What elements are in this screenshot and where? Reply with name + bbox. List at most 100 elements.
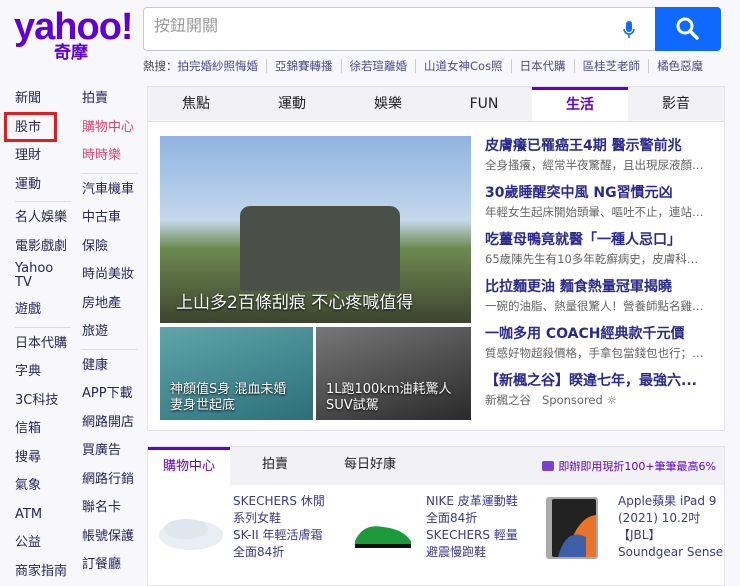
nav-item[interactable]: 日本代購 <box>15 330 71 359</box>
nav-item[interactable]: 拍賣 <box>82 85 138 114</box>
news-title[interactable]: 【新楓之谷】睽違七年，最強六... <box>485 371 720 391</box>
hot-link[interactable]: 區桂芝老師 <box>575 59 650 73</box>
product-link[interactable]: 避震慢跑鞋 <box>426 544 518 561</box>
news-title[interactable]: 比拉麵更油 麵食熱量冠軍揭曉 <box>485 277 720 297</box>
hot-link[interactable]: 亞錦賽轉播 <box>267 59 342 73</box>
nav-item[interactable]: 遊戲 <box>15 296 71 325</box>
hot-link[interactable]: 橘色惡魔 <box>649 59 711 73</box>
nav-item[interactable]: 氣象 <box>15 472 71 501</box>
ad-info-icon[interactable]: ☼ <box>606 393 616 407</box>
divider <box>15 201 71 202</box>
feature-small-right[interactable]: 1L跑100km油耗驚人SUV試駕 <box>316 327 471 420</box>
product-link[interactable]: 系列女鞋 <box>233 510 325 527</box>
promo-text: 即辦即用現折100+筆筆最高6% <box>558 460 716 473</box>
nav-item[interactable]: 網路開店 <box>82 409 138 438</box>
news-item[interactable]: 30歲睡醒突中風 NG習慣元凶年輕女生起床開始頭暈、嘔吐不止，連站… <box>485 183 720 222</box>
tab-video[interactable]: 影音 <box>628 87 724 121</box>
nav-item[interactable]: 公益 <box>15 529 71 558</box>
nav-item[interactable]: 網路行銷 <box>82 466 138 495</box>
tab-sports[interactable]: 運動 <box>244 87 340 121</box>
news-item[interactable]: 比拉麵更油 麵食熱量冠軍揭曉一碗的油脂、熱量很驚人！營養師點名雞… <box>485 277 720 316</box>
nav-item[interactable]: 搜尋 <box>15 444 71 473</box>
product-link[interactable]: 【JBL】 <box>618 527 723 544</box>
nav-item[interactable]: APP下載 <box>82 380 138 409</box>
nav-item[interactable]: 電影戲劇 <box>15 233 71 262</box>
promo-link[interactable]: 即辦即用現折100+筆筆最高6% <box>542 458 716 474</box>
product-group: SKECHERS 休閒系列女鞋SK-II 年輕活膚霜全面84折 <box>233 493 325 561</box>
nav-item[interactable]: 名人娛樂 <box>15 204 71 233</box>
tab-focus[interactable]: 焦點 <box>148 87 244 121</box>
product-link[interactable]: 全面84折 <box>426 510 518 527</box>
feature-small-left[interactable]: 神顏值S身 混血未婚妻身世起底 <box>160 327 313 420</box>
nav-item[interactable]: 購物中心 <box>82 114 138 143</box>
news-tabs: 焦點 運動 娛樂 FUN 生活 影音 <box>148 87 724 122</box>
news-title[interactable]: 皮膚癢已罹癌王4期 醫示警前兆 <box>485 136 720 156</box>
nav-item[interactable]: 3C科技 <box>15 387 71 416</box>
nav-item[interactable]: 字典 <box>15 358 71 387</box>
tab-entertainment[interactable]: 娛樂 <box>340 87 436 121</box>
search-input[interactable] <box>154 18 594 36</box>
product-link[interactable]: (2021) 10.2吋 <box>618 510 723 527</box>
divider <box>82 349 138 350</box>
tab-fun[interactable]: FUN <box>436 87 532 121</box>
feature-main[interactable]: 上山多2百條刮痕 不心疼喊值得 <box>160 136 471 323</box>
news-desc: 全身搔癢，經常半夜驚醒，且出現尿液顏… <box>485 156 720 175</box>
news-title[interactable]: 30歲睡醒突中風 NG習慣元凶 <box>485 183 720 203</box>
sneaker-green-image[interactable] <box>353 519 413 551</box>
tab-shopping-center[interactable]: 購物中心 <box>148 447 230 485</box>
nav-item[interactable]: 商家指南 <box>15 558 71 586</box>
tab-life[interactable]: 生活 <box>532 87 628 121</box>
nav-item[interactable]: 信箱 <box>15 415 71 444</box>
news-item[interactable]: 吃薑母鴨竟就醫「一種人忌口」65歲陳先生有10多年乾癬病史，皮膚科… <box>485 230 720 269</box>
nav-item[interactable]: 時時樂 <box>82 142 138 171</box>
nav-item[interactable]: 訂餐廳 <box>82 551 138 580</box>
yahoo-logo[interactable]: yahoo! 奇摩 <box>14 10 132 62</box>
hot-link[interactable]: 山道女神Cos照 <box>416 59 512 73</box>
nav-item[interactable]: Yahoo TV <box>15 261 55 296</box>
search-bar <box>143 7 721 51</box>
nav-column-right: 拍賣 購物中心 時時樂 汽車機車 中古車 保險 時尚美妝 房地產 旅遊 健康 A… <box>82 85 138 580</box>
sneaker-white-image[interactable] <box>156 505 226 555</box>
feature-image <box>240 206 400 291</box>
hot-link[interactable]: 拍完婚紗照悔婚 <box>178 59 268 73</box>
nav-item[interactable]: 時尚美妝 <box>82 261 138 290</box>
sponsored-item[interactable]: 【新楓之谷】睽違七年，最強六...新楓之谷 Sponsored ☼ <box>485 371 720 410</box>
news-desc: 質感好物超殺價格，手拿包當錢包也行；… <box>485 344 720 363</box>
product-link[interactable]: SKECHERS 輕量 <box>426 527 518 544</box>
shopping-tabs: 購物中心 拍賣 每日好康 即辦即用現折100+筆筆最高6% <box>148 447 724 485</box>
nav-item[interactable]: ATM <box>15 501 71 530</box>
product-link[interactable]: 全面84折 <box>233 544 325 561</box>
news-title[interactable]: 一咖多用 COACH經典款千元價 <box>485 324 720 344</box>
news-item[interactable]: 皮膚癢已罹癌王4期 醫示警前兆全身搔癢，經常半夜驚醒，且出現尿液顏… <box>485 136 720 175</box>
nav-item[interactable]: 買廣告 <box>82 437 138 466</box>
nav-item-stock[interactable]: 股市 <box>15 114 71 143</box>
nav-item[interactable]: 房地產 <box>82 290 138 319</box>
tab-daily-deals[interactable]: 每日好康 <box>320 447 420 485</box>
feature-caption: 上山多2百條刮痕 不心疼喊值得 <box>176 288 413 313</box>
product-link[interactable]: Apple蘋果 iPad 9 <box>618 493 723 510</box>
tab-auction[interactable]: 拍賣 <box>230 447 320 485</box>
nav-item[interactable]: 聯名卡 <box>82 494 138 523</box>
microphone-icon[interactable] <box>622 20 636 40</box>
nav-item[interactable]: 運動 <box>15 171 71 200</box>
nav-item[interactable]: 汽車機車 <box>82 176 138 205</box>
nav-item[interactable]: 帳號保護 <box>82 523 138 552</box>
product-link[interactable]: SKECHERS 休閒 <box>233 493 325 510</box>
hot-link[interactable]: 徐若瑄離婚 <box>342 59 417 73</box>
hot-link[interactable]: 日本代購 <box>512 59 575 73</box>
product-link[interactable]: NIKE 皮革運動鞋 <box>426 493 518 510</box>
nav-item[interactable]: 保險 <box>82 233 138 262</box>
news-item[interactable]: 一咖多用 COACH經典款千元價質感好物超殺價格，手拿包當錢包也行；… <box>485 324 720 363</box>
nav-item[interactable]: 中古車 <box>82 204 138 233</box>
ipad-image[interactable] <box>546 497 601 559</box>
nav-item[interactable]: 旅遊 <box>82 318 138 347</box>
nav-item[interactable]: 健康 <box>82 352 138 381</box>
product-link[interactable]: Soundgear Sense <box>618 544 723 561</box>
product-link[interactable]: SK-II 年輕活膚霜 <box>233 527 325 544</box>
feature-caption: 妻身世起底 <box>170 398 286 414</box>
divider <box>82 173 138 174</box>
nav-item[interactable]: 新聞 <box>15 85 71 114</box>
nav-item[interactable]: 理財 <box>15 142 71 171</box>
search-button[interactable] <box>655 7 721 51</box>
news-title[interactable]: 吃薑母鴨竟就醫「一種人忌口」 <box>485 230 720 250</box>
